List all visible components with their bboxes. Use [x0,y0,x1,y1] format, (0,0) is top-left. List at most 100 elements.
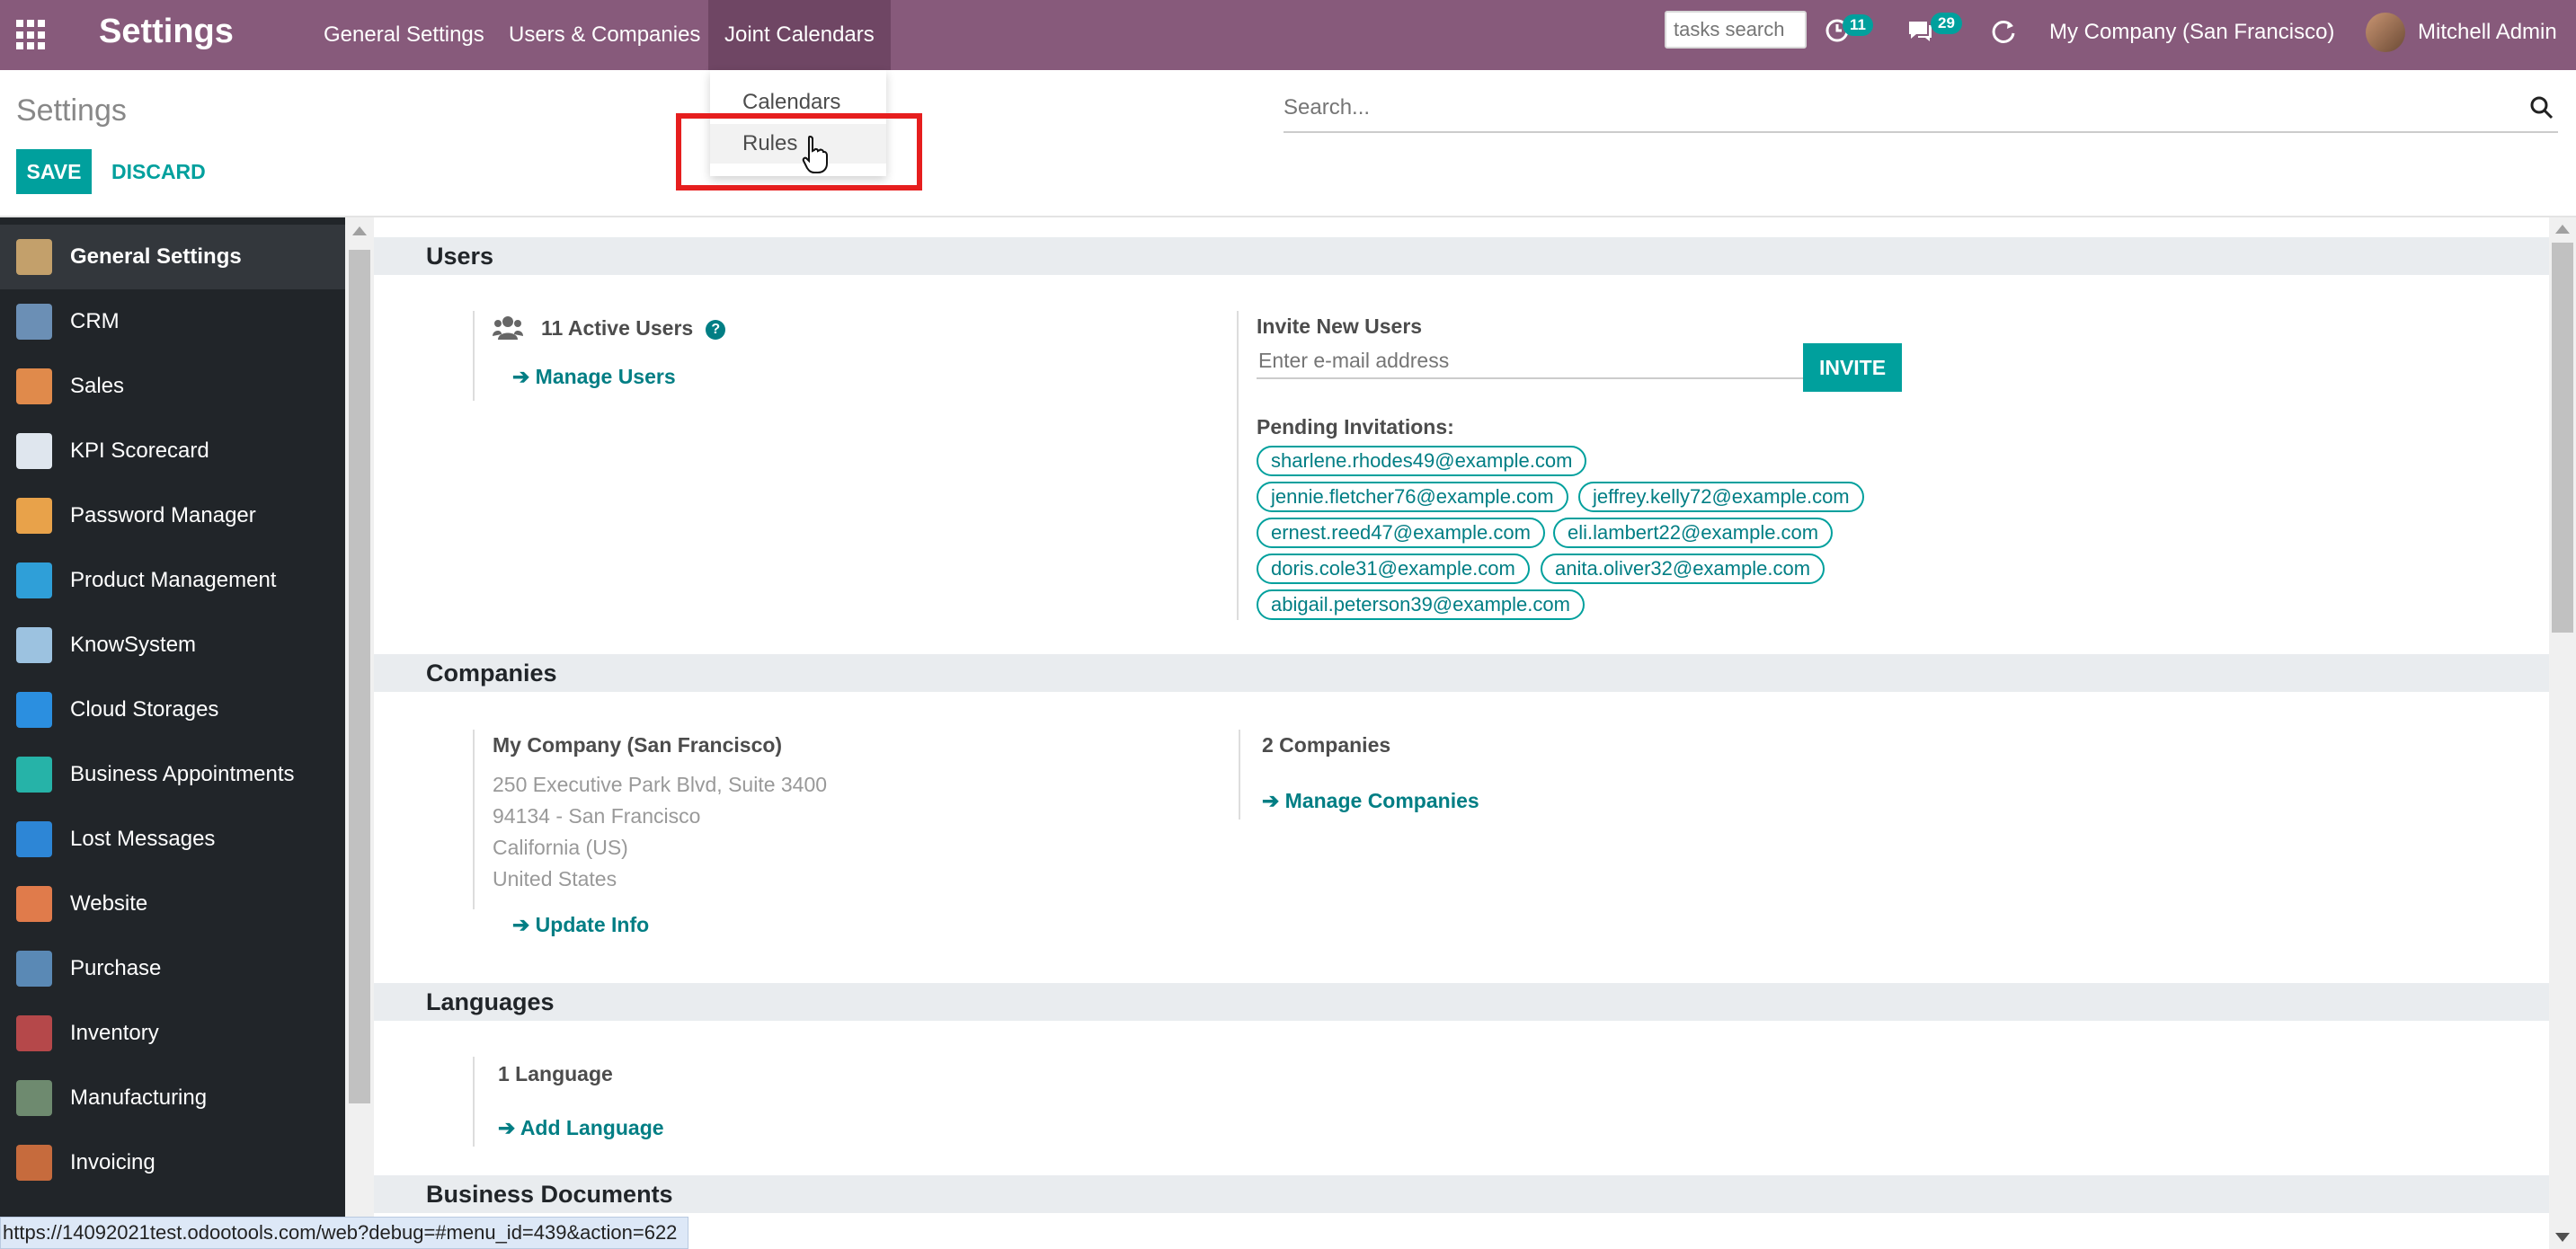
search-icon[interactable] [2529,95,2554,120]
sales-app-icon [16,368,52,404]
company-name: My Company (San Francisco) [493,733,783,757]
sidebar-item-label: KnowSystem [70,633,197,657]
scroll-down-arrow-icon[interactable] [2555,1233,2570,1242]
inventory-app-icon [16,1015,52,1051]
sidebar-item-cloud-storages[interactable]: Cloud Storages [0,678,345,742]
sidebar-item-lost-messages[interactable]: Lost Messages [0,807,345,872]
sidebar-item-knowsystem[interactable]: KnowSystem [0,613,345,678]
sidebar-item-general-settings[interactable]: General Settings [0,225,345,289]
sidebar-item-product-management[interactable]: Product Management [0,548,345,613]
company-address-line: 250 Executive Park Blvd, Suite 3400 [493,773,828,796]
sidebar-item-website[interactable]: Website [0,872,345,936]
apps-grid-icon[interactable] [16,20,47,50]
manufacturing-app-icon [16,1080,52,1116]
sidebar-item-label: Cloud Storages [70,697,219,722]
search-input[interactable] [1284,86,2506,129]
settings-content: Users 11 Active Users? ➔ Manage Users In… [374,217,2549,1249]
invitation-chip[interactable]: doris.cole31@example.com [1257,554,1530,584]
user-menu[interactable]: Mitchell Admin [2418,20,2557,45]
add-language-label: Add Language [520,1116,664,1139]
user-avatar[interactable] [2366,13,2405,52]
sidebar-item-sales[interactable]: Sales [0,354,345,419]
scroll-up-arrow-icon[interactable] [2555,225,2570,234]
sidebar-item-label: Invoicing [70,1150,155,1174]
update-info-link[interactable]: ➔ Update Info [512,913,649,937]
sidebar-item-label: KPI Scorecard [70,438,209,463]
sidebar-item-crm[interactable]: CRM [0,289,345,354]
menu-joint-calendars[interactable]: Joint Calendars [708,0,891,70]
menu-users-companies[interactable]: Users & Companies [493,0,716,70]
app-brand[interactable]: Settings [99,13,234,51]
section-users-header: Users [374,237,2549,275]
refresh-icon[interactable] [1990,18,2017,52]
general-settings-app-icon [16,239,52,275]
sidebar-item-label: Website [70,891,148,916]
sidebar-item-label: Sales [70,374,125,398]
company-switcher[interactable]: My Company (San Francisco) [2049,20,2334,45]
update-info-label: Update Info [535,913,650,936]
invoicing-app-icon [16,1145,52,1181]
kpi-scorecard-app-icon [16,433,52,469]
sidebar-item-label: CRM [70,309,120,333]
sidebar-item-inventory[interactable]: Inventory [0,1001,345,1066]
menu-general-settings[interactable]: General Settings [307,0,501,70]
manage-companies-link[interactable]: ➔ Manage Companies [1262,789,1479,813]
save-button[interactable]: SAVE [16,149,92,194]
business-appointments-app-icon [16,757,52,793]
manage-companies-label: Manage Companies [1284,789,1479,812]
invitation-chip[interactable]: eli.lambert22@example.com [1553,518,1834,548]
help-question-icon[interactable]: ? [706,320,726,340]
lost-messages-app-icon [16,821,52,857]
highlight-annotation-box [676,113,922,190]
manage-users-label: Manage Users [535,365,676,388]
messages-count-badge: 29 [1931,13,1962,34]
sidebar-item-password-manager[interactable]: Password Manager [0,483,345,548]
sidebar-item-manufacturing[interactable]: Manufacturing [0,1066,345,1130]
invitation-chip[interactable]: abigail.peterson39@example.com [1257,589,1585,620]
manage-users-link[interactable]: ➔ Manage Users [512,365,676,389]
knowsystem-app-icon [16,627,52,663]
sidebar-item-label: General Settings [70,244,242,269]
product-management-app-icon [16,562,52,598]
sidebar-item-label: Lost Messages [70,827,216,851]
sidebar-item-kpi-scorecard[interactable]: KPI Scorecard [0,419,345,483]
settings-search-bar [1284,86,2558,133]
scrollbar-thumb[interactable] [2552,243,2573,633]
scroll-up-arrow-icon[interactable] [352,226,367,235]
sidebar-item-label: Inventory [70,1021,159,1045]
active-users-label: 11 Active Users [541,316,694,340]
main-scrollbar[interactable] [2549,217,2576,1249]
users-left-divider [473,311,475,401]
company-address-line: 94134 - San Francisco [493,804,701,828]
invitation-chip[interactable]: anita.oliver32@example.com [1541,554,1825,584]
add-language-link[interactable]: ➔ Add Language [498,1116,664,1140]
sidebar-item-label: Password Manager [70,503,256,527]
crm-app-icon [16,304,52,340]
activity-count-badge: 11 [1843,14,1873,36]
section-business-documents-header: Business Documents [374,1175,2549,1213]
invitation-chip[interactable]: ernest.reed47@example.com [1257,518,1545,548]
invite-button[interactable]: INVITE [1803,343,1902,392]
invite-email-input[interactable] [1257,343,1803,379]
invitation-chip[interactable]: jeffrey.kelly72@example.com [1578,482,1864,512]
sidebar-item-label: Purchase [70,956,162,980]
discard-button[interactable]: DISCARD [102,149,215,194]
status-bar-url: https://14092021test.odootools.com/web?d… [0,1217,689,1249]
invitation-chip[interactable]: sharlene.rhodes49@example.com [1257,446,1587,476]
sidebar-item-business-appointments[interactable]: Business Appointments [0,742,345,807]
tasks-search-input[interactable] [1665,11,1807,49]
page-title: Settings [16,93,127,128]
scrollbar-thumb[interactable] [349,250,370,1103]
users-right-divider [1237,311,1239,620]
invitation-chip[interactable]: jennie.fletcher76@example.com [1257,482,1568,512]
users-group-icon [493,316,523,340]
sidebar-item-purchase[interactable]: Purchase [0,936,345,1001]
sidebar-item-invoicing[interactable]: Invoicing [0,1130,345,1195]
sidebar-scrollbar[interactable] [345,217,374,1249]
active-users-count: 11 Active Users? [541,316,726,341]
companies-right-divider [1239,730,1240,819]
purchase-app-icon [16,951,52,987]
section-companies-header: Companies [374,654,2549,692]
hand-pointer-cursor-icon [802,135,828,173]
pending-invitations-label: Pending Invitations: [1257,415,1454,438]
